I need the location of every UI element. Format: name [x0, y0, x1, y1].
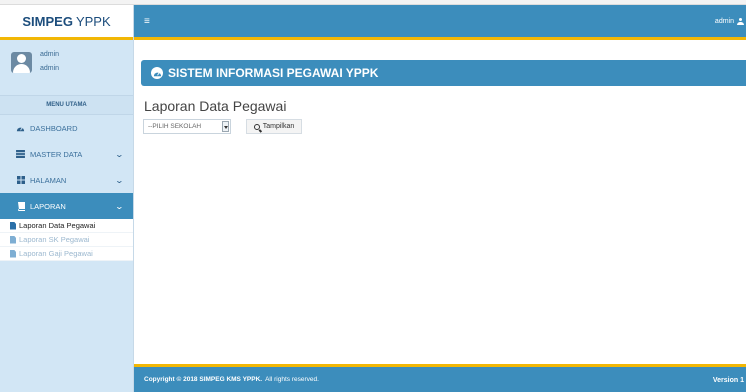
- file-icon: [10, 235, 16, 244]
- chevron-down-icon: ⌄: [114, 150, 125, 159]
- sidebar: SIMPEG YPPK admin admin MENU UTAMA DASHB…: [0, 5, 134, 392]
- page-banner: SISTEM INFORMASI PEGAWAI YPPK: [141, 60, 746, 86]
- sidebar-item-halaman[interactable]: HALAMAN ⌄: [0, 167, 133, 193]
- submenu-item-laporan-data-pegawai[interactable]: Laporan Data Pegawai: [0, 219, 133, 233]
- tampilkan-button-label: Tampilkan: [262, 123, 295, 130]
- user-panel: admin admin: [0, 40, 133, 95]
- school-select[interactable]: --PILIH SEKOLAH: [143, 119, 231, 134]
- sidebar-item-label: MASTER DATA: [30, 149, 83, 159]
- user-menu[interactable]: admin: [715, 18, 744, 25]
- dropdown-arrow-icon[interactable]: [222, 121, 229, 132]
- menu-header: MENU UTAMA: [0, 95, 133, 115]
- page-title: Laporan Data Pegawai: [144, 98, 287, 114]
- footer-copyright-bold: Copyright © 2018 SIMPEG KMS YPPK.: [144, 376, 263, 383]
- banner-title: SISTEM INFORMASI PEGAWAI YPPK: [168, 66, 379, 80]
- menu-toggle-icon[interactable]: ≡: [144, 16, 150, 27]
- file-icon: [10, 221, 16, 230]
- avatar: [11, 52, 32, 73]
- sidebar-item-dashboard[interactable]: DASHBOARD: [0, 115, 133, 141]
- tampilkan-button[interactable]: Tampilkan: [246, 119, 302, 134]
- dashboard-icon: [16, 124, 25, 133]
- user-panel-name: admin: [40, 51, 60, 58]
- chevron-down-icon: ⌄: [114, 202, 125, 211]
- chevron-down-icon: ⌄: [114, 176, 125, 185]
- brand-bold: SIMPEG: [22, 13, 73, 29]
- submenu-laporan: Laporan Data Pegawai Laporan SK Pegawai …: [0, 219, 133, 261]
- book-icon: [16, 201, 25, 211]
- table-icon: [16, 150, 25, 159]
- submenu-item-label: Laporan Gaji Pegawai: [19, 249, 93, 258]
- submenu-item-label: Laporan SK Pegawai: [19, 235, 90, 244]
- submenu-item-label: Laporan Data Pegawai: [19, 221, 96, 230]
- brand-rest: YPPK: [75, 13, 111, 29]
- file-icon: [10, 249, 16, 258]
- sidebar-item-master-data[interactable]: MASTER DATA ⌄: [0, 141, 133, 167]
- search-icon: [253, 123, 260, 130]
- top-navbar: ≡ admin: [134, 5, 746, 40]
- school-select-value: --PILIH SEKOLAH: [148, 123, 202, 130]
- grid-icon: [16, 176, 25, 185]
- submenu-item-laporan-sk-pegawai[interactable]: Laporan SK Pegawai: [0, 233, 133, 247]
- footer-copyright-rest: All rights reserved.: [265, 376, 319, 383]
- footer-version: Version 1: [712, 377, 744, 384]
- submenu-item-laporan-gaji-pegawai[interactable]: Laporan Gaji Pegawai: [0, 247, 133, 261]
- brand-logo[interactable]: SIMPEG YPPK: [0, 5, 133, 40]
- user-panel-role: admin: [40, 65, 60, 72]
- sidebar-item-label: DASHBOARD: [30, 123, 78, 133]
- user-menu-label: admin: [714, 18, 734, 25]
- dashboard-icon: [151, 67, 163, 79]
- user-icon: [737, 18, 744, 25]
- sidebar-item-laporan[interactable]: LAPORAN ⌄: [0, 193, 133, 219]
- sidebar-item-label: LAPORAN: [30, 201, 66, 211]
- footer: Copyright © 2018 SIMPEG KMS YPPK. All ri…: [134, 364, 746, 392]
- sidebar-item-label: HALAMAN: [30, 175, 67, 185]
